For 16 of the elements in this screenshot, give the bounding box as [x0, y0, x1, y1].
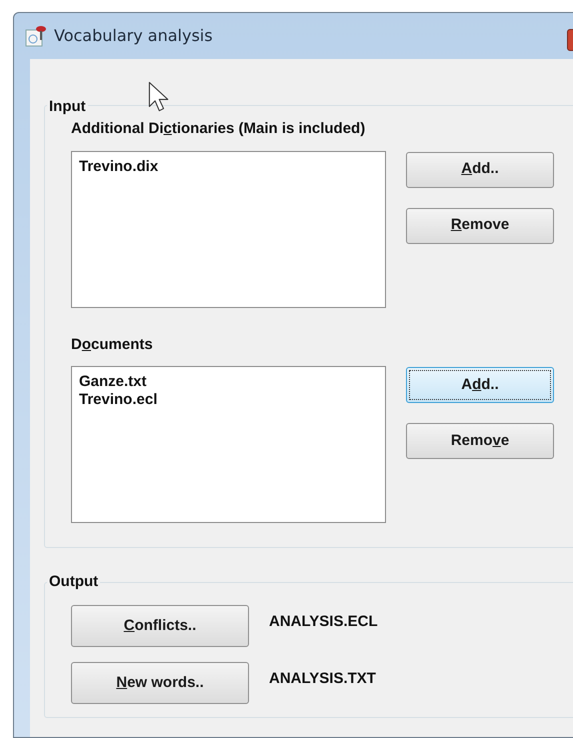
list-item[interactable]: Trevino.ecl — [79, 391, 158, 409]
focused-button[interactable]: Add.. — [406, 367, 554, 403]
button[interactable]: Add.. — [406, 152, 554, 188]
list-item[interactable]: Ganze.txt — [79, 373, 147, 391]
file-name: ANALYSIS.ECL — [269, 612, 378, 632]
list-box[interactable]: Ganze.txt Trevino.ecl — [71, 366, 386, 523]
button[interactable]: Conflicts.. — [71, 605, 249, 647]
file-name: ANALYSIS.TXT — [269, 668, 376, 689]
button[interactable]: Remove — [406, 208, 554, 244]
button[interactable]: New words.. — [71, 662, 249, 704]
list-item[interactable]: Trevino.dix — [79, 158, 158, 176]
button[interactable]: Remove — [406, 423, 554, 459]
list-box[interactable]: Trevino.dix — [71, 150, 386, 308]
window-title: Vocabulary analysis — [54, 25, 213, 47]
section-label: Additional Dictionaries (Main is included) — [71, 119, 366, 139]
section-label: Documents — [71, 334, 154, 354]
